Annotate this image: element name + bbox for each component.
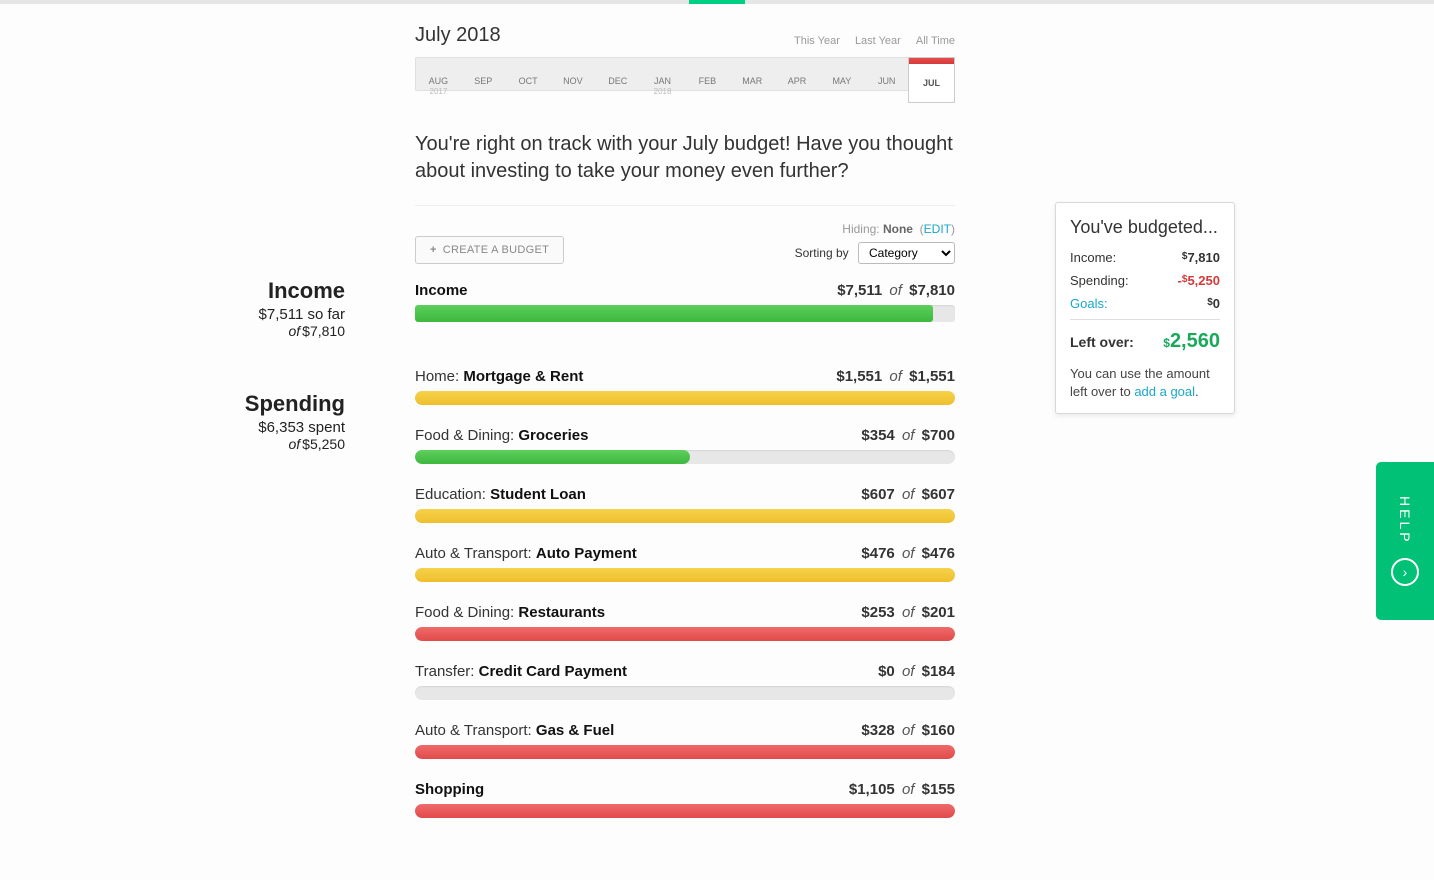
month-may[interactable]: MAY (819, 58, 864, 90)
help-label: HELP (1397, 496, 1413, 545)
sidebar-spending-summary: Spending $6,353 spent of$5,250 (0, 391, 415, 452)
sidebar-spending-spent: $6,353 spent (0, 419, 345, 436)
card-spending-value: -$5,250 (1178, 273, 1220, 288)
card-goals-value: $0 (1207, 296, 1220, 311)
range-all-time[interactable]: All Time (916, 35, 955, 47)
sort-select[interactable]: Category (858, 242, 955, 264)
progress-bar (415, 509, 955, 523)
month-sep[interactable]: SEP (461, 58, 506, 90)
month-mar[interactable]: MAR (730, 58, 775, 90)
budgeted-summary-card: You've budgeted... Income: $7,810 Spendi… (1055, 202, 1235, 414)
budget-row[interactable]: Shopping$1,105 of $155 (415, 781, 955, 818)
month-selector[interactable]: AUG2017SEPOCTNOVDECJAN2018FEBMARAPRMAYJU… (415, 57, 955, 91)
card-income-value: $7,810 (1182, 250, 1220, 265)
budget-row[interactable]: Education: Student Loan$607 of $607 (415, 486, 955, 523)
month-jan[interactable]: JAN2018 (640, 58, 685, 90)
budget-row[interactable]: Food & Dining: Restaurants$253 of $201 (415, 604, 955, 641)
progress-bar (415, 305, 955, 322)
progress-bar (415, 450, 955, 464)
sort-label: Sorting by (795, 246, 849, 260)
hiding-filter: Hiding: None (EDIT) (795, 222, 955, 236)
sidebar-income-summary: Income $7,511 so far of$7,810 (0, 278, 415, 339)
plus-icon: + (430, 244, 437, 256)
progress-bar (415, 568, 955, 582)
edit-hiding-link[interactable]: EDIT (924, 222, 951, 236)
month-nov[interactable]: NOV (550, 58, 595, 90)
budget-row[interactable]: Food & Dining: Groceries$354 of $700 (415, 427, 955, 464)
sidebar-income-sofar: $7,511 so far (0, 306, 345, 323)
month-dec[interactable]: DEC (595, 58, 640, 90)
month-feb[interactable]: FEB (685, 58, 730, 90)
month-aug[interactable]: AUG2017 (416, 58, 461, 90)
goals-link[interactable]: Goals: (1070, 296, 1108, 311)
range-links: This Year Last Year All Time (782, 35, 955, 47)
help-tab[interactable]: HELP › (1376, 462, 1434, 620)
budget-row[interactable]: Home: Mortgage & Rent$1,551 of $1,551 (415, 368, 955, 405)
progress-bar (415, 686, 955, 700)
budget-row[interactable]: Auto & Transport: Gas & Fuel$328 of $160 (415, 722, 955, 759)
progress-bar (415, 804, 955, 818)
leftover-value: $2,560 (1163, 330, 1220, 353)
month-apr[interactable]: APR (775, 58, 820, 90)
month-jul[interactable]: JUL (908, 57, 955, 103)
progress-bar (415, 627, 955, 641)
add-goal-link[interactable]: add a goal (1134, 384, 1195, 399)
month-jun[interactable]: JUN (864, 58, 909, 90)
insight-text: You're right on track with your July bud… (415, 131, 955, 185)
sidebar-spending-title: Spending (0, 391, 345, 417)
chevron-right-icon: › (1391, 558, 1419, 586)
income-budget-row[interactable]: Income $7,511 of $7,810 (415, 282, 955, 322)
month-oct[interactable]: OCT (506, 58, 551, 90)
range-this-year[interactable]: This Year (794, 35, 840, 47)
budget-row[interactable]: Auto & Transport: Auto Payment$476 of $4… (415, 545, 955, 582)
card-note: You can use the amount left over to add … (1070, 365, 1220, 401)
sidebar-income-title: Income (0, 278, 345, 304)
create-budget-button[interactable]: +CREATE A BUDGET (415, 236, 564, 264)
budget-row[interactable]: Transfer: Credit Card Payment$0 of $184 (415, 663, 955, 700)
card-title: You've budgeted... (1070, 217, 1220, 238)
range-last-year[interactable]: Last Year (855, 35, 901, 47)
progress-bar (415, 745, 955, 759)
period-title: July 2018 (415, 24, 501, 47)
progress-bar (415, 391, 955, 405)
